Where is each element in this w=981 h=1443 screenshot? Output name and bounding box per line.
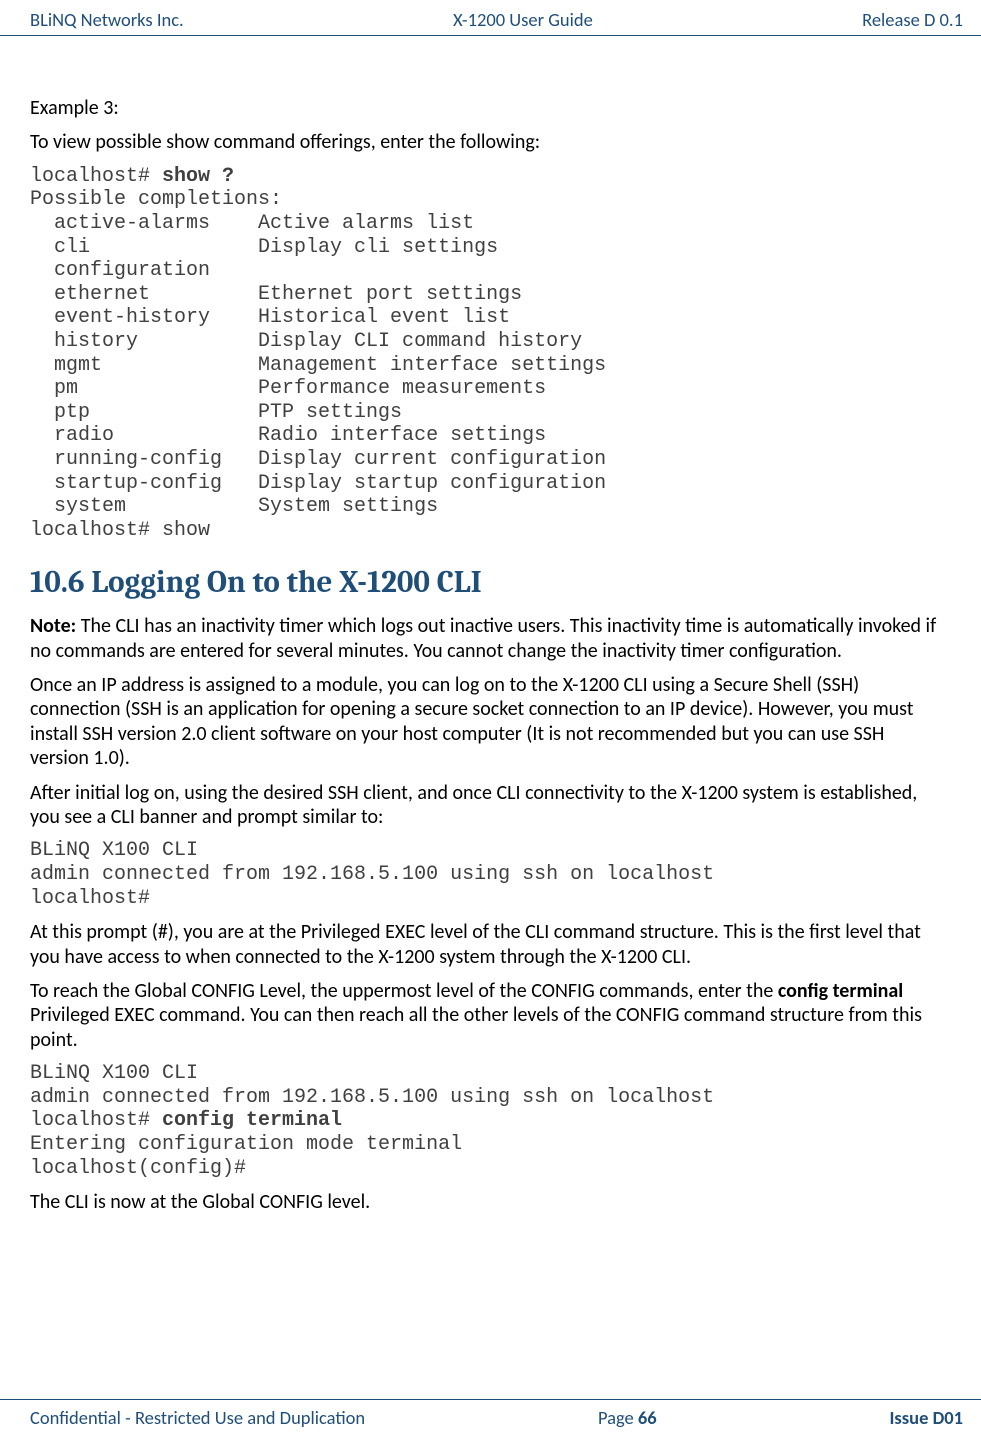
code-line: local​host#: [30, 1109, 162, 1132]
text: To reach the Global CONFIG Level, the up…: [30, 979, 778, 1003]
code-line: cli Display cli settings: [30, 236, 498, 259]
code-line: configuration: [30, 259, 210, 282]
content: Example 3: To view possible show command…: [0, 36, 981, 1215]
page: BLiNQ Networks Inc. X-1200 User Guide Re…: [0, 0, 981, 1443]
config-terminal-bold: config terminal: [778, 979, 903, 1003]
note-paragraph: Note: The CLI has an inactivity timer wh…: [30, 614, 937, 663]
header-center: X-1200 User Guide: [453, 8, 593, 31]
config-terminal-paragraph: To reach the Global CONFIG Level, the up…: [30, 979, 937, 1052]
code-line: active-alarms Active alarms list: [30, 212, 474, 235]
note-body: The CLI has an inactivity timer which lo…: [30, 614, 936, 662]
code-line: BLiNQ X100 CLI: [30, 839, 198, 862]
code-line: BLiNQ X100 CLI: [30, 1062, 198, 1085]
header-left: BLiNQ Networks Inc.: [30, 8, 184, 31]
code-line: local​host#: [30, 887, 150, 910]
code-line: local​host(config)#: [30, 1157, 246, 1180]
section-heading: 10.6 Logging On to the X-1200 CLI: [30, 564, 937, 600]
code-line: local​host#: [30, 165, 162, 188]
intro-show-command: To view possible show command offerings,…: [30, 130, 937, 154]
note-label: Note:: [30, 614, 76, 638]
code-line: Possible completions:: [30, 188, 282, 211]
code-bold: show ?: [162, 165, 234, 188]
page-label: Page: [598, 1406, 638, 1429]
example-label: Example 3:: [30, 96, 937, 120]
text: Privileged EXEC command. You can then re…: [30, 1003, 922, 1051]
page-footer: Confidential - Restricted Use and Duplic…: [0, 1399, 981, 1429]
code-block-show: local​host# show ? Possible completions:…: [30, 165, 937, 543]
code-block-banner: BLiNQ X100 CLI admin connected from 192.…: [30, 839, 937, 910]
code-line: history Display CLI command history: [30, 330, 582, 353]
code-line: radio Radio interface settings: [30, 424, 546, 447]
privexec-paragraph: At this prompt (#), you are at the Privi…: [30, 920, 937, 969]
code-line: ptp PTP settings: [30, 401, 402, 424]
page-number: 66: [638, 1406, 657, 1429]
code-line: event-history Historical event list: [30, 306, 510, 329]
code-line: ethernet Ethernet port settings: [30, 283, 522, 306]
footer-center: Page 66: [598, 1406, 657, 1429]
header-right: Release D 0.1: [862, 8, 963, 31]
code-line: mgmt Management interface settings: [30, 354, 606, 377]
footer-right: Issue D01: [889, 1406, 963, 1429]
code-line: startup-config Display startup configura…: [30, 472, 606, 495]
code-block-config: BLiNQ X100 CLI admin connected from 192.…: [30, 1062, 937, 1180]
code-line: Entering configuration mode terminal: [30, 1133, 462, 1156]
code-line: pm Performance measurements: [30, 377, 546, 400]
ssh-paragraph: Once an IP address is assigned to a modu…: [30, 673, 937, 771]
code-line: system System settings: [30, 495, 438, 518]
global-config-paragraph: The CLI is now at the Global CONFIG leve…: [30, 1190, 937, 1214]
code-line: admin connected from 192.168.5.100 using…: [30, 863, 714, 886]
code-bold: config terminal: [162, 1109, 342, 1132]
code-line: local​host# show: [30, 519, 210, 542]
code-line: running-config Display current configura…: [30, 448, 606, 471]
banner-intro: After initial log on, using the desired …: [30, 781, 937, 830]
code-line: admin connected from 192.168.5.100 using…: [30, 1086, 714, 1109]
footer-left: Confidential - Restricted Use and Duplic…: [30, 1406, 365, 1429]
page-header: BLiNQ Networks Inc. X-1200 User Guide Re…: [0, 0, 981, 36]
